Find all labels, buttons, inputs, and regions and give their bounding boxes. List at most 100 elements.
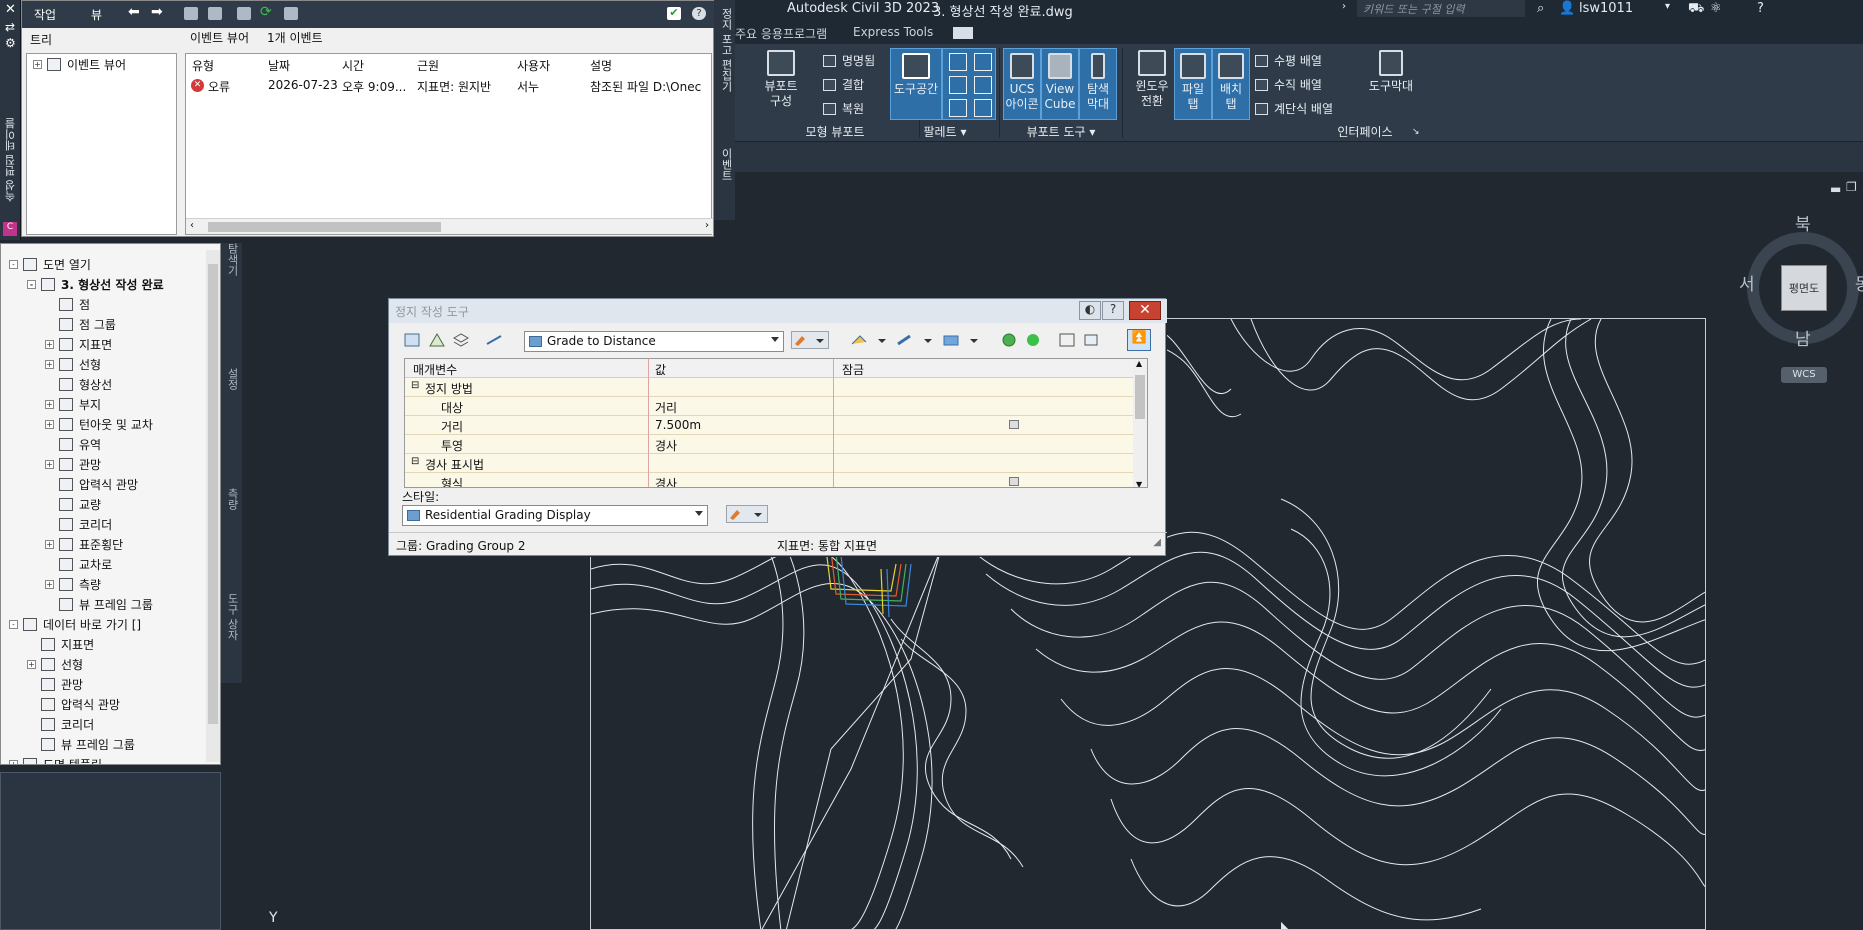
- tree-item[interactable]: - 3. 형상선 작성 완료: [27, 274, 164, 294]
- dropdown-icon[interactable]: ▾: [1665, 1, 1670, 12]
- col-desc[interactable]: 설명: [590, 57, 612, 74]
- expand-icon[interactable]: +: [33, 59, 42, 69]
- expand-icon[interactable]: +: [45, 339, 54, 349]
- collapse-icon[interactable]: -: [9, 619, 18, 629]
- cart-icon[interactable]: ⛟: [1688, 1, 1704, 18]
- select-grading-icon[interactable]: [1057, 331, 1077, 349]
- style-dropdown[interactable]: Residential Grading Display: [402, 505, 708, 526]
- check-icon[interactable]: ✔: [667, 7, 681, 20]
- tree-item[interactable]: + 지표면: [45, 334, 112, 354]
- tree-item[interactable]: + 측량: [45, 574, 101, 594]
- refresh-icon[interactable]: ⟳: [260, 4, 272, 20]
- tree-item[interactable]: + 턴아웃 및 교차: [45, 414, 153, 434]
- tree-item[interactable]: 뷰 프레임 그룹: [45, 594, 153, 614]
- pin-icon[interactable]: ⇄: [5, 20, 15, 34]
- named-viewport-button[interactable]: 명명됨: [823, 52, 875, 69]
- tree-item[interactable]: + 선형: [45, 354, 101, 374]
- cube-face-top[interactable]: 평면도: [1781, 265, 1827, 311]
- tab-tree[interactable]: 트리: [30, 31, 52, 53]
- tree-item[interactable]: 코리더: [45, 514, 112, 534]
- scroll-down-icon[interactable]: ▼: [1136, 480, 1142, 487]
- grading-volume-icon[interactable]: [1023, 331, 1043, 349]
- tile-vertical-button[interactable]: 수직 배열: [1255, 76, 1322, 93]
- gear-icon[interactable]: [974, 53, 992, 71]
- create-grading-button[interactable]: [849, 331, 889, 349]
- nav-bar-button[interactable]: 탐색 막대: [1079, 48, 1117, 120]
- tree-item[interactable]: 코리더: [27, 714, 94, 734]
- user-icon[interactable]: 👤: [1559, 1, 1575, 16]
- set-layer-icon[interactable]: [451, 331, 471, 349]
- view-cube[interactable]: 북 남 서 동 평면도 WCS: [1739, 210, 1863, 390]
- tab-overflow-icon[interactable]: [953, 27, 973, 39]
- expand-icon[interactable]: +: [45, 419, 54, 429]
- tree-item[interactable]: - 데이터 바로 가기 []: [9, 614, 141, 634]
- set-target-surface-icon[interactable]: [427, 331, 447, 349]
- help-icon[interactable]: ?: [1102, 301, 1124, 320]
- set-grading-group-icon[interactable]: [402, 331, 422, 349]
- tile-horizontal-button[interactable]: 수평 배열: [1255, 52, 1322, 69]
- tree-item[interactable]: + 부지: [45, 394, 101, 414]
- view-menu[interactable]: 뷰: [91, 6, 102, 23]
- scroll-thumb[interactable]: [208, 222, 441, 232]
- connect-icon[interactable]: ⚛: [1710, 1, 1722, 16]
- survey-icon[interactable]: [949, 76, 967, 94]
- switch-window-button[interactable]: 윈도우 전환: [1130, 50, 1174, 109]
- toolbars-button[interactable]: 도구막대: [1363, 50, 1419, 94]
- toolbox-icon[interactable]: [974, 76, 992, 94]
- tab-survey[interactable]: 측량: [224, 488, 240, 510]
- view-cube-button[interactable]: View Cube: [1041, 48, 1079, 120]
- tree-item[interactable]: - 도면 열기: [9, 254, 91, 274]
- ucs-icon-button[interactable]: UCS 아이콘: [1003, 48, 1041, 120]
- expand-collapse-button[interactable]: ⏫: [1127, 329, 1151, 351]
- settings-icon[interactable]: ◐: [1079, 301, 1101, 320]
- expand-icon[interactable]: +: [45, 359, 54, 369]
- calculator-icon[interactable]: [974, 99, 992, 117]
- col-date[interactable]: 날짜: [268, 57, 290, 74]
- scroll-left-icon[interactable]: ‹: [190, 220, 194, 231]
- tree-item[interactable]: 지표면: [27, 634, 94, 654]
- tree-item[interactable]: 뷰 프레임 그룹: [27, 734, 135, 754]
- parameter-row[interactable]: 투영 경사: [405, 435, 1135, 454]
- close-button[interactable]: ✕: [1129, 301, 1161, 320]
- cascade-button[interactable]: 계단식 배열: [1255, 100, 1333, 117]
- tree-item[interactable]: 관망: [27, 674, 83, 694]
- properties-icon[interactable]: [949, 53, 967, 71]
- bookmark-icon[interactable]: [284, 7, 298, 20]
- compass-south[interactable]: 남: [1795, 325, 1811, 350]
- expand-icon[interactable]: +: [45, 399, 54, 409]
- edit-criteria-button[interactable]: [791, 331, 829, 349]
- gear-icon[interactable]: ⚙: [5, 36, 16, 50]
- tree-item[interactable]: + 표준횡단: [45, 534, 123, 554]
- col-time[interactable]: 시간: [342, 57, 364, 74]
- compass-north[interactable]: 북: [1795, 210, 1811, 235]
- open-icon[interactable]: [184, 7, 198, 20]
- list-icon[interactable]: [208, 7, 222, 20]
- parameter-value[interactable]: 7.500m: [655, 418, 701, 432]
- scroll-up-icon[interactable]: ▲: [1136, 359, 1142, 368]
- expand-icon[interactable]: +: [45, 459, 54, 469]
- col-source[interactable]: 근원: [417, 57, 439, 74]
- tab-main-apps[interactable]: 주요 응용프로그램: [735, 25, 827, 42]
- tree-item[interactable]: 형상선: [45, 374, 112, 394]
- parameter-value[interactable]: 거리: [655, 399, 677, 416]
- parameter-group-row[interactable]: ⊟ 경사 표시법: [405, 454, 1135, 473]
- compass-west[interactable]: 서: [1739, 270, 1755, 295]
- layers-icon[interactable]: [949, 99, 967, 117]
- viewport-config-button[interactable]: 뷰포트 구성: [762, 50, 800, 109]
- tree-item[interactable]: 교량: [45, 494, 101, 514]
- vtab-grading-editor[interactable]: 정지 포고 편집기: [718, 8, 734, 92]
- parameter-value[interactable]: 경사: [655, 475, 677, 487]
- task-menu[interactable]: 작업: [34, 6, 56, 23]
- tree-item[interactable]: + 도면 템플릿: [9, 754, 102, 764]
- expand-icon[interactable]: +: [45, 579, 54, 589]
- help-icon[interactable]: ?: [692, 7, 706, 20]
- tab-event-viewer[interactable]: 이벤트 뷰어: [190, 29, 249, 51]
- tree-item[interactable]: 압력식 관망: [27, 694, 120, 714]
- wcs-menu[interactable]: WCS: [1781, 367, 1827, 383]
- horizontal-scrollbar[interactable]: ‹ ›: [186, 218, 713, 234]
- tab-express-tools[interactable]: Express Tools: [853, 25, 933, 39]
- lock-icon[interactable]: [1009, 420, 1019, 429]
- close-icon[interactable]: ✕: [5, 2, 16, 17]
- edit-grading-button[interactable]: [895, 331, 935, 349]
- help-icon[interactable]: ?: [1757, 1, 1764, 16]
